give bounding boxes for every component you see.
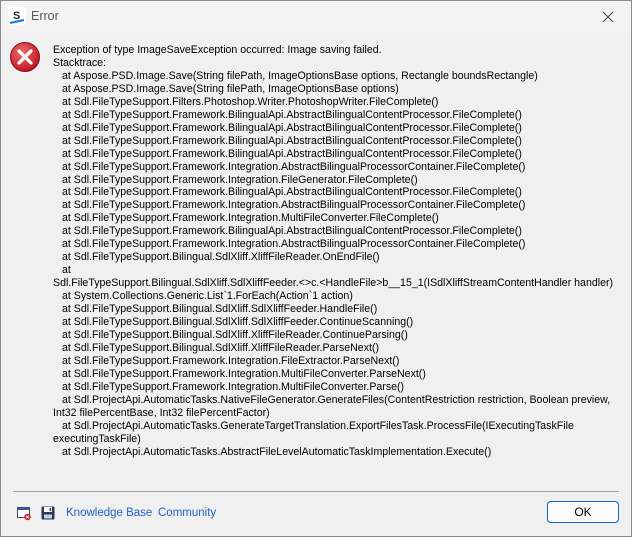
- stack-line: at Aspose.PSD.Image.Save(String filePath…: [62, 82, 399, 95]
- stack-line: at Sdl.FileTypeSupport.Framework.Bilingu…: [62, 225, 522, 238]
- stack-line: at Sdl.FileTypeSupport.Framework.Integra…: [62, 160, 526, 173]
- document-error-icon[interactable]: [16, 505, 32, 521]
- stack-line: at Sdl.ProjectApi.AutomaticTasks.Abstrac…: [62, 445, 492, 458]
- knowledge-base-link[interactable]: Knowledge Base: [66, 507, 152, 519]
- stack-line: at System.Collections.Generic.List`1.For…: [62, 290, 353, 303]
- ok-button[interactable]: OK: [547, 501, 619, 523]
- stack-line: at Sdl.FileTypeSupport.Framework.Integra…: [62, 354, 400, 367]
- stack-line: at Sdl.FileTypeSupport.Framework.Bilingu…: [62, 121, 522, 134]
- stack-line: at Sdl.FileTypeSupport.Framework.Integra…: [62, 367, 426, 380]
- stack-line: at Sdl.FileTypeSupport.Bilingual.SdlXlif…: [62, 328, 408, 341]
- stack-line: at Sdl.FileTypeSupport.Bilingual.SdlXlif…: [62, 251, 380, 264]
- stack-line: at Aspose.PSD.Image.Save(String filePath…: [62, 69, 538, 82]
- stack-line: at Sdl.FileTypeSupport.Framework.Bilingu…: [62, 108, 522, 121]
- save-icon[interactable]: [40, 505, 56, 521]
- stack-line: at Sdl.FileTypeSupport.Framework.Bilingu…: [62, 147, 522, 160]
- stack-line: at Sdl.FileTypeSupport.Framework.Integra…: [62, 199, 526, 212]
- stack-line: at Sdl.FileTypeSupport.Framework.Bilingu…: [62, 134, 522, 147]
- stacktrace-label: Stacktrace:: [53, 56, 106, 69]
- stack-line: Sdl.FileTypeSupport.Bilingual.SdlXliff.S…: [53, 277, 614, 290]
- trados-app-icon: S: [8, 7, 26, 25]
- close-icon: [602, 11, 614, 22]
- stack-line: at Sdl.FileTypeSupport.Filters.Photoshop…: [62, 95, 439, 108]
- stack-line: at Sdl.FileTypeSupport.Framework.Integra…: [62, 173, 418, 186]
- stack-line: at Sdl.FileTypeSupport.Framework.Integra…: [62, 380, 405, 393]
- community-link[interactable]: Community: [158, 507, 216, 519]
- stack-line: at Sdl.FileTypeSupport.Framework.Integra…: [62, 212, 439, 225]
- error-icon: [10, 42, 40, 72]
- stack-line: at Sdl.FileTypeSupport.Bilingual.SdlXlif…: [62, 341, 379, 354]
- stack-line: at: [62, 264, 71, 277]
- title-bar[interactable]: S Error: [1, 1, 631, 32]
- window-title: Error: [31, 9, 59, 23]
- stack-line: at Sdl.FileTypeSupport.Framework.Integra…: [62, 238, 526, 251]
- stack-line: at Sdl.FileTypeSupport.Bilingual.SdlXlif…: [62, 303, 378, 316]
- stack-line: at Sdl.FileTypeSupport.Bilingual.SdlXlif…: [62, 316, 414, 329]
- exception-headline: Exception of type ImageSaveException occ…: [53, 44, 382, 56]
- footer-separator: [13, 491, 619, 492]
- stack-line: at Sdl.FileTypeSupport.Framework.Bilingu…: [62, 186, 522, 199]
- stack-line: at Sdl.ProjectApi.AutomaticTasks.Generat…: [53, 419, 574, 445]
- stack-line: at Sdl.ProjectApi.AutomaticTasks.NativeF…: [53, 393, 611, 419]
- error-message: Exception of type ImageSaveException occ…: [53, 44, 619, 459]
- close-button[interactable]: [585, 1, 631, 32]
- error-dialog: S Error Exception of type ImageSaveExcep…: [0, 0, 632, 537]
